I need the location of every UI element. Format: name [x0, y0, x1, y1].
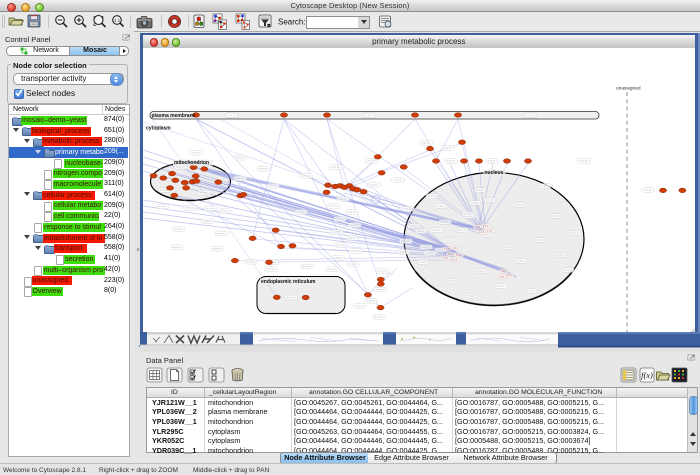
svg-text:endoplasmic reticulum: endoplasmic reticulum: [261, 279, 316, 285]
svg-text:Search:: Search:: [278, 18, 306, 27]
svg-text:1:1: 1:1: [114, 18, 121, 23]
svg-text:f(x): f(x): [641, 370, 653, 380]
svg-text:mitochondrion: mitochondrion: [174, 160, 209, 166]
svg-text:cytoplasm: cytoplasm: [146, 126, 171, 132]
svg-text:nucleus: nucleus: [484, 170, 503, 176]
svg-text:plasma membrane: plasma membrane: [151, 113, 195, 119]
svg-text:unassigned: unassigned: [616, 86, 641, 92]
